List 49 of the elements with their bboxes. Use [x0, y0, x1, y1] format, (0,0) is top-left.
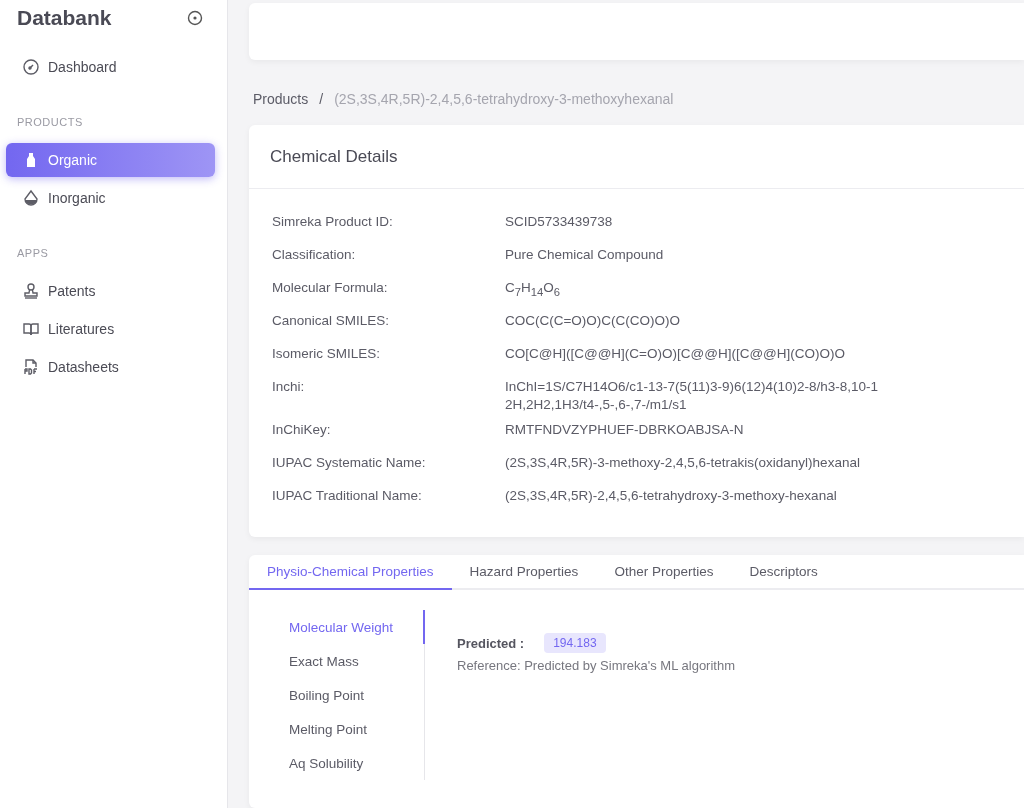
field-value: (2S,3S,4R,5R)-3-methoxy-2,4,5,6-tetrakis(oxidanyl)hexanal [505, 454, 861, 472]
tab[interactable]: Physio-Chemical Properties [249, 555, 452, 590]
sidebar-item[interactable]: Datasheets [6, 350, 215, 384]
field-label: Canonical SMILES: [272, 312, 391, 328]
sidebar-item[interactable]: Inorganic [6, 181, 215, 215]
field-label: IUPAC Traditional Name: [272, 487, 423, 503]
property-tab[interactable]: Boiling Point [270, 678, 425, 712]
property-tab[interactable]: Molecular Weight [270, 610, 425, 644]
field-value: C$_{7}$H$_{14}$O$_{6}$ [505, 279, 562, 300]
value-badge: 194.183 [544, 633, 606, 653]
field-label: IUPAC Systematic Name: [272, 454, 427, 470]
property-tab[interactable]: Melting Point [270, 712, 425, 746]
section-heading: APPS [16, 246, 50, 261]
field-label: Isomeric SMILES: [272, 345, 382, 361]
field-label: Classification: [272, 246, 357, 262]
stamp-icon [22, 282, 40, 300]
field-label: Simreka Product ID: [272, 213, 394, 229]
sidebar-item[interactable]: Organic [6, 143, 215, 177]
brand-title: Databank [17, 6, 112, 30]
section-heading: PRODUCTS [16, 115, 84, 130]
field-value: Pure Chemical Compound [505, 246, 665, 264]
sidebar-item[interactable]: Patents [6, 274, 215, 308]
tab[interactable]: Other Properties [596, 555, 732, 590]
tab[interactable]: Descriptors [731, 555, 836, 590]
field-value: COC(C(C=O)O)C(C(CO)O)O [505, 312, 682, 330]
breadcrumb-link[interactable]: Products [253, 91, 309, 107]
field-value: SCID5733439738 [505, 213, 614, 231]
field-label: InChiKey: [272, 421, 332, 437]
field-label: Inchi: [272, 378, 306, 394]
field-value: CO[C@H]([C@@H](C=O)O)[C@@H]([C@@H](CO)O)O [505, 345, 847, 363]
sidebar-item[interactable]: Literatures [6, 312, 215, 346]
field-value: InChI=1S/C7H14O6/c1-13-7(5(11)3-9)6(12)4(10)2-8/h3-8,10-12H,2H2,1H3/t4-,5-,6-,7-/m1/s1 [505, 378, 880, 414]
radio-toggle-icon[interactable] [187, 10, 203, 26]
breadcrumb-separator: / [319, 91, 324, 107]
field-value: (2S,3S,4R,5R)-2,4,5,6-tetrahydroxy-3-methoxy-hexanal [505, 487, 838, 505]
property-tab[interactable]: Aq Solubility [270, 746, 425, 780]
book-icon [22, 320, 40, 338]
pdf-icon [22, 358, 40, 376]
drop-icon [22, 189, 40, 207]
tab[interactable]: Hazard Properties [451, 555, 597, 590]
predicted-label: Predicted : [457, 635, 525, 651]
reference-text: Reference: Predicted by Simreka's ML algorithm [457, 658, 735, 673]
field-value: RMTFNDVZYPHUEF-DBRKOABJSA-N [505, 421, 745, 439]
property-tab[interactable]: Exact Mass [270, 644, 425, 678]
breadcrumb-current: (2S,3S,4R,5R)-2,4,5,6-tetrahydroxy-3-methoxyhexanal [334, 91, 674, 107]
card-title: Chemical Details [270, 146, 398, 167]
gauge-icon [22, 58, 40, 76]
sidebar-item[interactable]: Dashboard [6, 50, 215, 84]
field-label: Molecular Formula: [272, 279, 389, 295]
